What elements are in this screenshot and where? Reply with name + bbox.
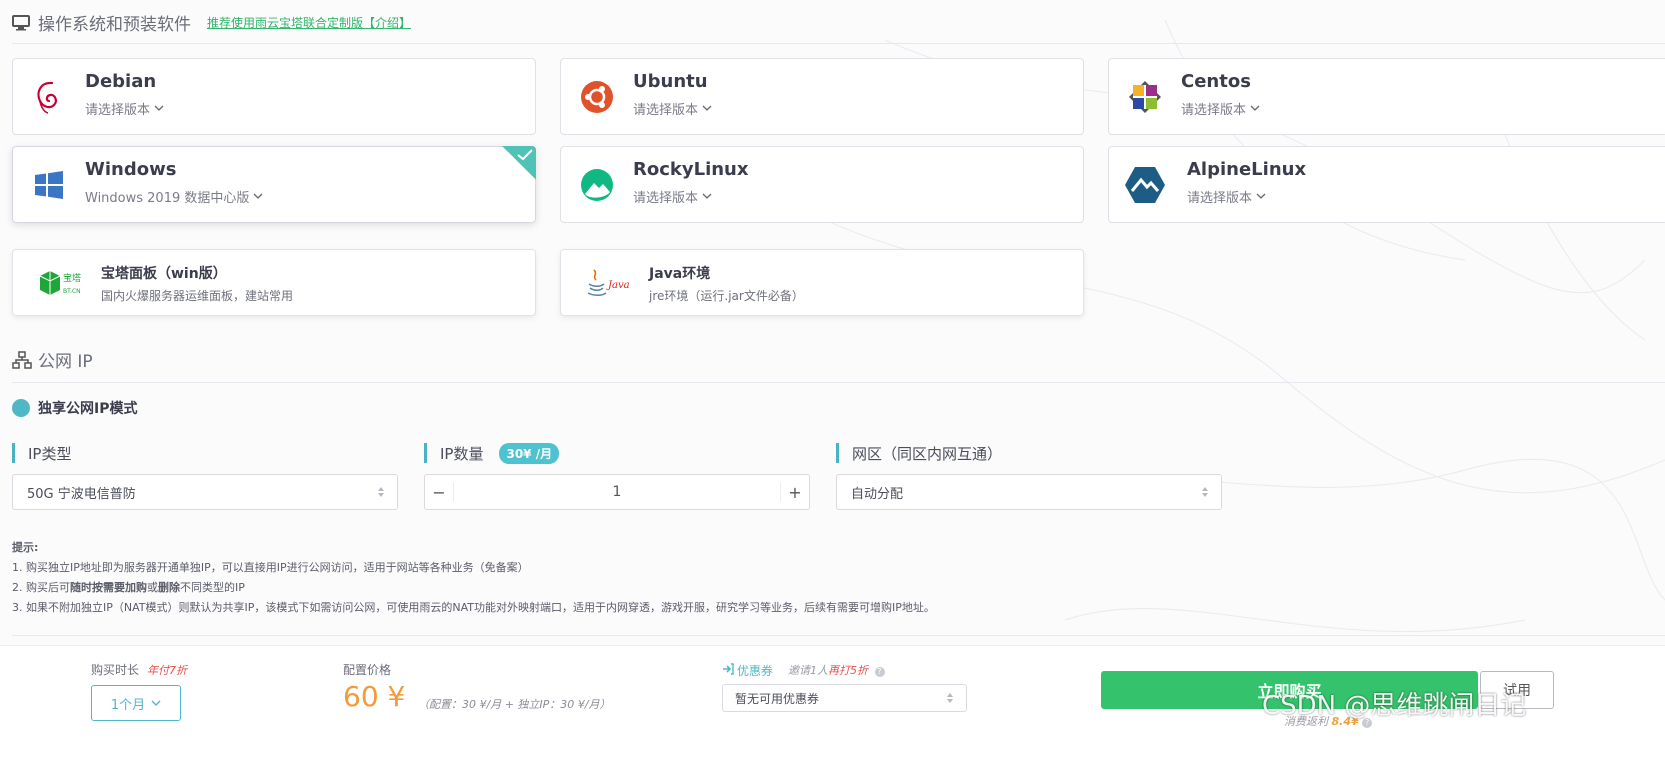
tip-line-1: 1. 购买独立IP地址即为服务器开通单独IP，可以直接用IP进行公网访问，适用于… xyxy=(12,561,529,574)
app-desc: 国内火爆服务器运维面板，建站常用 xyxy=(101,289,294,303)
network-icon xyxy=(12,350,32,370)
chevron-down-icon xyxy=(151,696,161,711)
zone-select[interactable]: 自动分配 xyxy=(836,474,1222,510)
svg-text:宝塔: 宝塔 xyxy=(63,272,81,284)
alpinelinux-icon xyxy=(1123,163,1167,207)
os-name: AlpineLinux xyxy=(1187,159,1307,180)
chevron-down-icon xyxy=(1256,189,1266,204)
radio-dot-icon xyxy=(12,399,30,417)
price-breakdown: （配置：30 ¥/月 + 独立IP：30 ¥/月） xyxy=(418,698,611,711)
ip-type-label: IP类型 xyxy=(12,443,71,463)
login-arrow-icon xyxy=(722,663,734,678)
divider xyxy=(12,382,1665,383)
price-label: 配置价格 xyxy=(343,663,392,677)
rockylinux-icon xyxy=(577,165,617,205)
svg-text:BT.CN: BT.CN xyxy=(63,288,81,295)
ip-type-select[interactable]: 50G 宁波电信普防 xyxy=(12,474,398,510)
os-card-rockylinux[interactable]: RockyLinux 请选择版本 xyxy=(560,146,1084,223)
ip-count-label: IP数量 30¥ /月 xyxy=(424,442,560,464)
increment-button[interactable]: + xyxy=(781,475,809,509)
ip-count-stepper[interactable]: − 1 + xyxy=(424,474,810,510)
version-label: 请选择版本 xyxy=(633,191,699,206)
tips-title: 提示: xyxy=(12,541,39,554)
ubuntu-icon xyxy=(577,77,617,117)
version-select[interactable]: 请选择版本 xyxy=(633,187,712,206)
version-label: 请选择版本 xyxy=(1181,103,1247,118)
tips-block: 提示: 1. 购买独立IP地址即为服务器开通单独IP，可以直接用IP进行公网访问… xyxy=(12,538,935,618)
monitor-icon xyxy=(12,13,32,33)
java-icon: Java xyxy=(583,264,639,304)
os-name: Centos xyxy=(1181,71,1251,92)
os-card-centos[interactable]: Centos 请选择版本 xyxy=(1108,58,1665,135)
divider xyxy=(12,43,1665,44)
selected-check-icon xyxy=(502,146,536,180)
version-select[interactable]: 请选择版本 xyxy=(85,99,164,118)
app-card-bt-panel[interactable]: 宝塔 BT.CN 宝塔面板（win版） 国内火爆服务器运维面板，建站常用 xyxy=(12,249,536,316)
help-icon[interactable]: ? xyxy=(874,667,885,677)
chevron-down-icon xyxy=(253,189,263,204)
coupon-label: 优惠券 xyxy=(722,662,773,679)
ip-mode-label: 独享公网IP模式 xyxy=(38,401,138,417)
divider xyxy=(12,635,1665,636)
os-name: Windows xyxy=(85,159,177,180)
version-label: Windows 2019 数据中心版 xyxy=(85,191,250,206)
duration-label: 购买时长 年付7折 xyxy=(91,663,188,677)
decrement-button[interactable]: − xyxy=(425,475,453,509)
duration-discount: 年付7折 xyxy=(147,664,188,677)
csdn-watermark: CSDN @思维跳闸日记 xyxy=(1262,691,1527,721)
select-arrows-icon xyxy=(1201,486,1209,502)
select-arrows-icon xyxy=(946,692,954,707)
ip-section-header: 公网 IP xyxy=(12,347,93,372)
tip-line-2: 2. 购买后可随时按需要加购或删除不同类型的IP xyxy=(12,581,245,594)
invite-promo[interactable]: 邀请1人再打5折 ? xyxy=(788,662,885,678)
ip-count-value[interactable]: 1 xyxy=(453,482,781,502)
debian-icon xyxy=(29,77,69,117)
os-card-alpinelinux[interactable]: AlpineLinux 请选择版本 xyxy=(1108,146,1665,223)
bt-recommend-link[interactable]: 推荐使用雨云宝塔联合定制版【介绍】 xyxy=(207,14,411,31)
app-card-java[interactable]: Java Java环境 jre环境（运行.jar文件必备） xyxy=(560,249,1084,316)
chevron-down-icon xyxy=(702,101,712,116)
svg-text:Java: Java xyxy=(606,280,630,291)
ip-section-title: 公网 IP xyxy=(38,352,93,372)
version-select[interactable]: Windows 2019 数据中心版 xyxy=(85,187,263,206)
chevron-down-icon xyxy=(1250,101,1260,116)
os-section-header: 操作系统和预装软件 推荐使用雨云宝塔联合定制版【介绍】 xyxy=(12,10,411,35)
total-price: 60 ¥ xyxy=(343,680,406,713)
bt-panel-icon: 宝塔 BT.CN xyxy=(35,264,91,304)
os-card-windows[interactable]: Windows Windows 2019 数据中心版 xyxy=(12,146,536,223)
app-name: Java环境 xyxy=(649,266,711,282)
os-card-ubuntu[interactable]: Ubuntu 请选择版本 xyxy=(560,58,1084,135)
os-name: Debian xyxy=(85,71,157,92)
chevron-down-icon xyxy=(154,101,164,116)
version-label: 请选择版本 xyxy=(633,103,699,118)
chevron-down-icon xyxy=(702,189,712,204)
version-label: 请选择版本 xyxy=(1187,191,1253,206)
app-desc: jre环境（运行.jar文件必备） xyxy=(649,289,804,303)
select-arrows-icon xyxy=(377,486,385,502)
os-name: Ubuntu xyxy=(633,71,708,92)
ip-mode-radio[interactable]: 独享公网IP模式 xyxy=(12,398,137,418)
coupon-select[interactable]: 暂无可用优惠券 xyxy=(722,684,967,712)
version-select[interactable]: 请选择版本 xyxy=(1181,99,1260,118)
version-select[interactable]: 请选择版本 xyxy=(633,99,712,118)
os-card-debian[interactable]: Debian 请选择版本 xyxy=(12,58,536,135)
version-label: 请选择版本 xyxy=(85,103,151,118)
zone-label: 网区（同区内网互通） xyxy=(836,443,1002,463)
ip-price-badge: 30¥ /月 xyxy=(499,442,560,464)
duration-select[interactable]: 1个月 xyxy=(91,685,181,721)
windows-icon xyxy=(29,165,69,205)
tip-line-3: 3. 如果不附加独立IP（NAT模式）则默认为共享IP，该模式下如需访问公网，可… xyxy=(12,601,935,614)
version-select[interactable]: 请选择版本 xyxy=(1187,187,1266,206)
app-name: 宝塔面板（win版） xyxy=(101,266,227,282)
centos-icon xyxy=(1125,77,1165,117)
os-section-title: 操作系统和预装软件 xyxy=(38,15,191,35)
os-name: RockyLinux xyxy=(633,159,749,180)
